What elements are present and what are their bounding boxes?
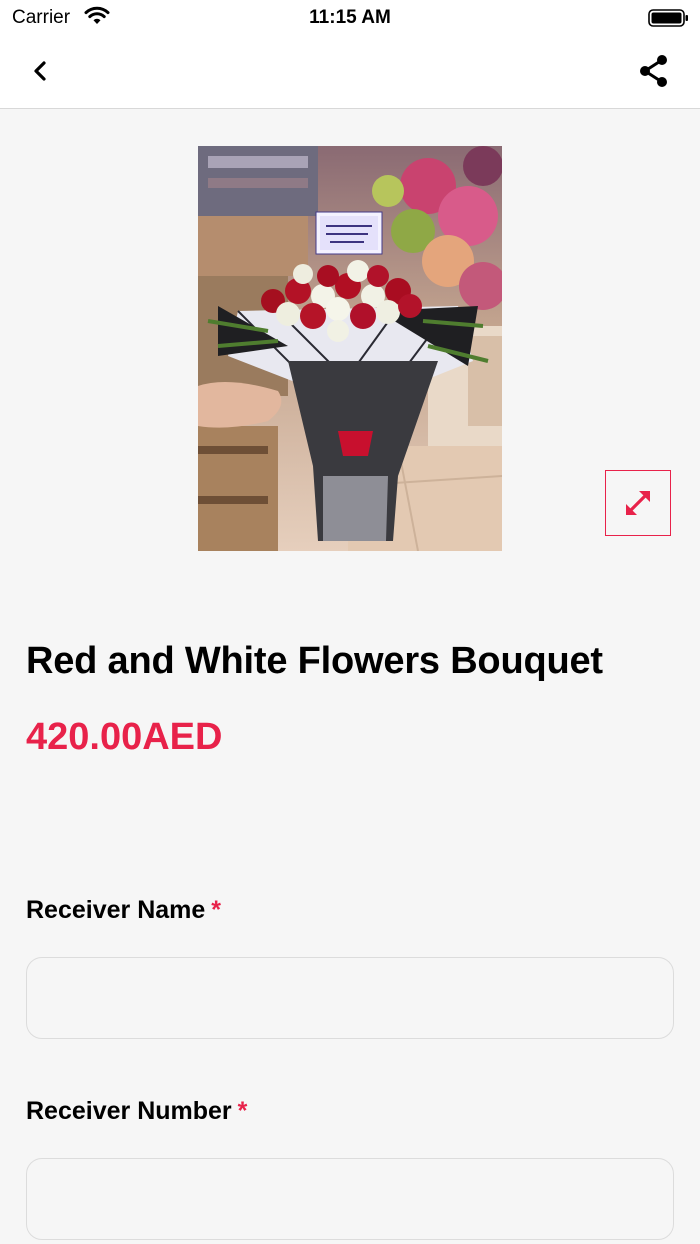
product-title: Red and White Flowers Bouquet bbox=[26, 640, 603, 682]
chevron-left-icon bbox=[34, 61, 46, 81]
nav-bar bbox=[0, 36, 700, 109]
expand-arrows-icon bbox=[626, 491, 650, 515]
battery-icon bbox=[648, 8, 690, 33]
status-bar: Carrier 11:15 AM bbox=[0, 0, 700, 36]
receiver-name-label: Receiver Name * bbox=[26, 896, 221, 925]
required-mark: * bbox=[237, 1097, 248, 1125]
back-button[interactable] bbox=[24, 54, 58, 88]
receiver-name-input[interactable] bbox=[26, 957, 674, 1039]
receiver-number-label: Receiver Number * bbox=[26, 1097, 247, 1126]
product-image[interactable] bbox=[198, 146, 502, 551]
share-button[interactable] bbox=[636, 53, 672, 89]
receiver-number-label-text: Receiver Number bbox=[26, 1097, 232, 1125]
receiver-name-label-text: Receiver Name bbox=[26, 896, 206, 924]
clock: 11:15 AM bbox=[309, 7, 391, 28]
product-price: 420.00AED bbox=[26, 716, 223, 758]
required-mark: * bbox=[211, 896, 222, 924]
receiver-number-input[interactable] bbox=[26, 1158, 674, 1240]
expand-image-button[interactable] bbox=[605, 470, 671, 536]
share-icon bbox=[640, 55, 667, 87]
